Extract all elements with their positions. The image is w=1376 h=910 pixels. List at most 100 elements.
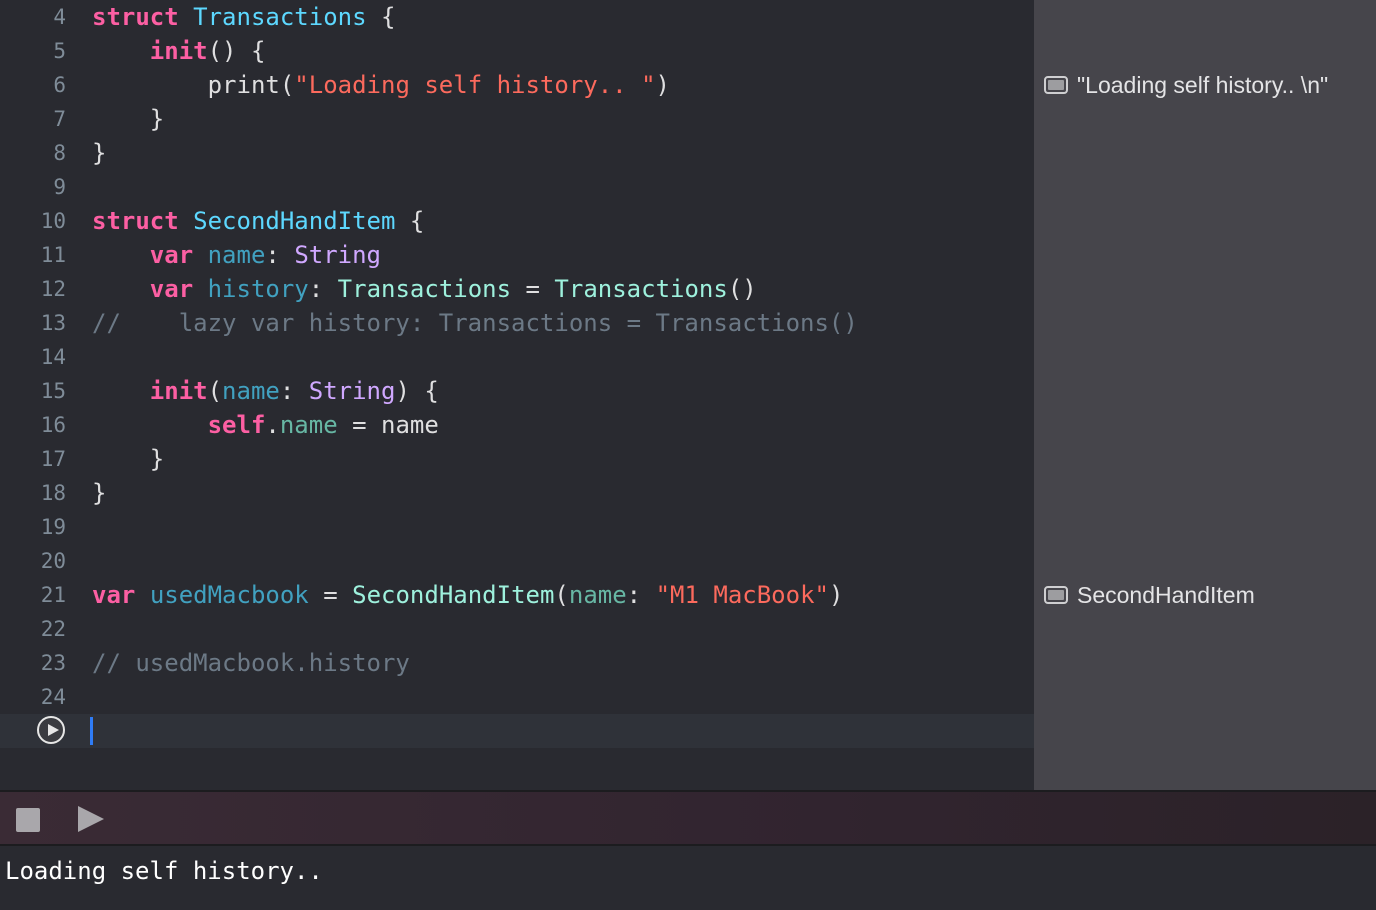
code-token: String <box>308 377 396 405</box>
line-number: 12 <box>40 277 66 301</box>
code-token: var <box>149 275 194 303</box>
text-cursor <box>90 717 93 745</box>
code-line[interactable]: 11 var name: String <box>0 238 1034 272</box>
code-text: var usedMacbook = SecondHandItem(name: "… <box>92 578 843 612</box>
code-line[interactable]: 19 <box>0 510 1034 544</box>
code-token: // lazy var history: Transactions = Tran… <box>92 309 858 337</box>
line-number: 19 <box>40 515 66 539</box>
run-to-line-icon[interactable] <box>37 716 65 744</box>
code-token: ) <box>828 581 844 609</box>
code-token: { <box>395 207 425 235</box>
code-token: "Loading self history.. " <box>294 71 656 99</box>
code-token: struct <box>92 207 179 235</box>
code-token: = name <box>337 411 439 439</box>
code-text: struct SecondHandItem { <box>92 204 424 238</box>
line-number: 20 <box>40 549 66 573</box>
code-text: // lazy var history: Transactions = Tran… <box>92 306 858 340</box>
code-line[interactable]: 15 init(name: String) { <box>0 374 1034 408</box>
play-icon[interactable] <box>78 806 104 832</box>
code-token: ) <box>655 71 670 99</box>
code-line[interactable]: 12 var history: Transactions = Transacti… <box>0 272 1034 306</box>
line-number: 17 <box>40 447 66 471</box>
console-area: Loading self history.. <box>0 846 1376 910</box>
code-line[interactable]: 22 <box>0 612 1034 646</box>
code-token: : <box>265 241 295 269</box>
code-token: usedMacbook <box>149 581 309 609</box>
code-line[interactable]: 14 <box>0 340 1034 374</box>
code-token: : <box>626 581 656 609</box>
code-token: name <box>207 241 266 269</box>
code-token: Transactions <box>193 3 367 31</box>
code-line[interactable]: 4 struct Transactions { <box>0 0 1034 34</box>
line-number: 6 <box>53 73 66 97</box>
code-line[interactable]: 6 print("Loading self history.. ") <box>0 68 1034 102</box>
code-line[interactable]: 7 } <box>0 102 1034 136</box>
result-entry[interactable]: SecondHandItem <box>1044 578 1255 612</box>
result-value: "Loading self history.. \n" <box>1077 71 1329 98</box>
code-token: } <box>92 139 107 167</box>
line-number: 15 <box>40 379 66 403</box>
code-token: : <box>279 377 309 405</box>
code-token: var <box>149 241 194 269</box>
code-line[interactable]: 23 // usedMacbook.history <box>0 646 1034 680</box>
line-number: 24 <box>40 685 66 709</box>
code-token: } <box>92 479 107 507</box>
code-token: String <box>294 241 382 269</box>
code-line[interactable]: 16 self.name = name <box>0 408 1034 442</box>
result-entry[interactable]: "Loading self history.. \n" <box>1044 68 1328 102</box>
quicklook-icon[interactable] <box>1044 76 1068 94</box>
code-line[interactable]: 13 // lazy var history: Transactions = Tr… <box>0 306 1034 340</box>
line-number: 13 <box>40 311 66 335</box>
code-line[interactable]: 9 <box>0 170 1034 204</box>
code-token: ( <box>554 581 569 609</box>
line-number: 4 <box>53 5 66 29</box>
code-token: SecondHandItem <box>193 207 396 235</box>
line-number: 11 <box>40 243 66 267</box>
code-editor[interactable]: 4 struct Transactions {5 init() {6 print(… <box>0 0 1034 790</box>
code-token: Transactions <box>554 275 728 303</box>
line-number: 21 <box>40 583 66 607</box>
line-number: 18 <box>40 481 66 505</box>
code-token: var <box>92 581 136 609</box>
code-token: ) { <box>395 377 439 405</box>
code-line[interactable]: 5 init() { <box>0 34 1034 68</box>
code-line[interactable] <box>0 714 1034 748</box>
code-text: init() { <box>92 34 266 68</box>
code-token: init <box>149 37 208 65</box>
code-text: } <box>92 136 106 170</box>
code-token: SecondHandItem <box>352 581 555 609</box>
code-token: : <box>308 275 338 303</box>
code-text: struct Transactions { <box>92 0 395 34</box>
line-number: 7 <box>53 107 66 131</box>
stop-icon[interactable] <box>16 808 40 832</box>
code-line[interactable]: 21 var usedMacbook = SecondHandItem(name:… <box>0 578 1034 612</box>
code-line[interactable]: 17 } <box>0 442 1034 476</box>
code-line[interactable]: 10 struct SecondHandItem { <box>0 204 1034 238</box>
code-token: . <box>265 411 280 439</box>
quicklook-icon[interactable] <box>1044 586 1068 604</box>
code-token: } <box>92 445 165 473</box>
code-token: } <box>92 105 165 133</box>
line-number: 8 <box>53 141 66 165</box>
code-token: Transactions <box>337 275 512 303</box>
result-value: SecondHandItem <box>1077 581 1255 608</box>
code-text: // usedMacbook.history <box>92 646 410 680</box>
code-text: } <box>92 442 164 476</box>
code-token: print( <box>92 71 295 99</box>
code-token: history <box>207 275 309 303</box>
code-token: // usedMacbook.history <box>92 649 410 677</box>
line-number: 22 <box>40 617 66 641</box>
code-line[interactable]: 20 <box>0 544 1034 578</box>
line-number: 5 <box>53 39 66 63</box>
code-line[interactable]: 24 <box>0 680 1034 714</box>
code-token: name <box>568 581 627 609</box>
code-line[interactable]: 8} <box>0 136 1034 170</box>
code-line[interactable]: 18} <box>0 476 1034 510</box>
